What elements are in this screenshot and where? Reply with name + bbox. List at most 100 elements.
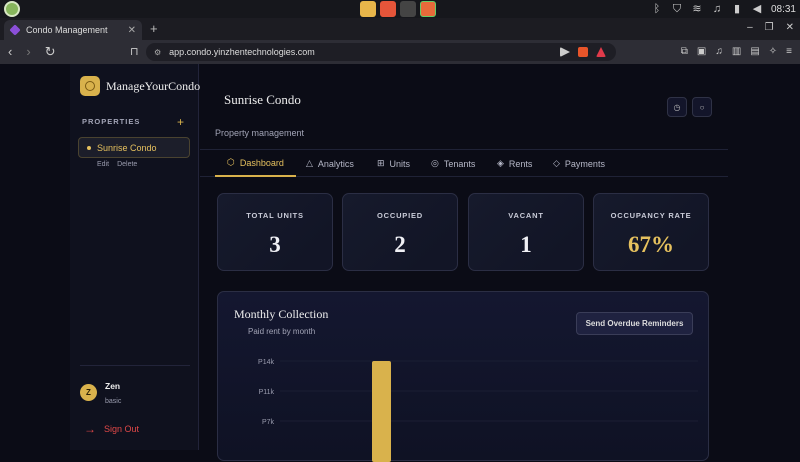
brave-app-icon[interactable] bbox=[420, 1, 436, 17]
tab-rents[interactable]: ◈ Rents bbox=[497, 150, 532, 177]
browser-tab[interactable]: Condo Management ✕ bbox=[4, 20, 142, 40]
clock: 08:31 bbox=[770, 3, 796, 15]
main-content: Sunrise Condo Property management ◷ ○ ⬡ … bbox=[200, 64, 728, 462]
site-info-icon[interactable]: ⚙ bbox=[154, 48, 161, 57]
tab-analytics[interactable]: △ Analytics bbox=[306, 150, 354, 177]
active-dot-icon bbox=[87, 145, 91, 150]
wifi-icon[interactable]: ≋ bbox=[691, 3, 703, 15]
close-window-icon[interactable]: ✕ bbox=[786, 22, 794, 33]
triangle-icon: △ bbox=[306, 158, 313, 168]
url-text: app.condo.yinzhentechnologies.com bbox=[169, 47, 315, 57]
bar[interactable] bbox=[372, 361, 391, 462]
brave-shield-icon[interactable] bbox=[578, 47, 588, 57]
app-viewport: ManageYourCondo PROPERTIES + Sunrise Con… bbox=[0, 64, 800, 462]
tab-label: Tenants bbox=[443, 158, 476, 169]
files-app-icon[interactable] bbox=[360, 1, 376, 17]
stat-label: OCCUPANCY RATE bbox=[610, 211, 692, 220]
forward-icon[interactable]: › bbox=[26, 44, 30, 60]
browser-toolbar: ‹ › ↻ ⊓ ⚙ app.condo.yinzhentechnologies.… bbox=[0, 40, 800, 64]
stat-label: VACANT bbox=[508, 211, 544, 220]
stat-value: 1 bbox=[520, 232, 532, 257]
circle-icon: ○ bbox=[699, 102, 705, 112]
tab-favicon-icon bbox=[9, 24, 21, 36]
os-menu-icon[interactable] bbox=[4, 1, 20, 17]
property-actions: Edit Delete bbox=[97, 161, 137, 168]
leo-ai-icon[interactable]: ✧ bbox=[769, 46, 777, 57]
tab-label: Rents bbox=[508, 158, 533, 169]
tab-label: Units bbox=[389, 158, 411, 169]
add-property-button[interactable]: + bbox=[177, 115, 184, 129]
user-plan: basic bbox=[105, 398, 122, 405]
browser-app-icon[interactable] bbox=[380, 1, 396, 17]
tab-tenants[interactable]: ◎ Tenants bbox=[431, 150, 475, 177]
y-tick-label: P11k bbox=[259, 389, 275, 396]
property-item[interactable]: Sunrise Condo bbox=[78, 137, 190, 158]
property-name: Sunrise Condo bbox=[97, 142, 157, 153]
edit-property-link[interactable]: Edit bbox=[97, 161, 109, 168]
system-tray: ᛒ ⛉ ≋ ♫ ▮ ◀ 08:31 bbox=[651, 0, 796, 18]
tab-nav: ⬡ Dashboard △ Analytics ⊞ Units ◎ Tenant… bbox=[200, 149, 728, 177]
terminal-app-icon[interactable] bbox=[400, 1, 416, 17]
stat-card-occupied: OCCUPIED 2 bbox=[342, 193, 458, 271]
taskbar-apps bbox=[360, 1, 436, 17]
brand-name: ManageYourCondo bbox=[106, 78, 201, 93]
monthly-collection-card: Monthly Collection Paid rent by month Se… bbox=[217, 291, 709, 462]
sidebar: ManageYourCondo PROPERTIES + Sunrise Con… bbox=[70, 64, 200, 450]
user-name: Zen bbox=[105, 381, 121, 391]
tab-dashboard[interactable]: ⬡ Dashboard bbox=[215, 150, 296, 177]
reader-icon[interactable]: ▣ bbox=[697, 46, 706, 57]
wallet-icon[interactable]: ▤ bbox=[750, 46, 759, 57]
window-controls: – ❐ ✕ bbox=[747, 22, 794, 33]
reload-icon[interactable]: ↻ bbox=[45, 44, 56, 60]
sidebar-toggle-icon[interactable]: ▥ bbox=[732, 46, 741, 57]
stat-card-vacant: VACANT 1 bbox=[468, 193, 584, 271]
tab-units[interactable]: ⊞ Units bbox=[377, 150, 410, 177]
send-overdue-reminders-button[interactable]: Send Overdue Reminders bbox=[576, 312, 693, 335]
tab-payments[interactable]: ◇ Payments bbox=[553, 150, 605, 177]
grid-icon: ⊞ bbox=[377, 158, 385, 168]
address-bar[interactable]: ⚙ app.condo.yinzhentechnologies.com bbox=[146, 43, 616, 61]
brand-logo-icon bbox=[80, 76, 100, 96]
stat-label: TOTAL UNITS bbox=[246, 211, 304, 220]
music-icon[interactable]: ♫ bbox=[711, 3, 723, 15]
minimize-icon[interactable]: – bbox=[747, 22, 753, 33]
shield-icon[interactable]: ⛉ bbox=[671, 3, 683, 15]
tab-label: Analytics bbox=[317, 158, 354, 169]
circle-icon: ◎ bbox=[431, 158, 439, 168]
menu-icon[interactable]: ≡ bbox=[786, 46, 792, 57]
sign-out-label: Sign Out bbox=[104, 424, 140, 434]
arrow-right-icon: → bbox=[84, 422, 96, 436]
collection-chart: P14k P11k P7k bbox=[258, 359, 698, 462]
bluetooth-icon[interactable]: ᛒ bbox=[651, 3, 663, 15]
battery-icon[interactable]: ▮ bbox=[731, 3, 743, 15]
clock-button[interactable]: ◷ bbox=[667, 97, 687, 117]
browser-tabbar: Condo Management ✕ + – ❐ ✕ bbox=[0, 18, 800, 40]
avatar: Z bbox=[80, 384, 97, 401]
bookmark-icon[interactable]: ⊓ bbox=[130, 45, 139, 58]
volume-icon[interactable]: ◀ bbox=[751, 3, 763, 15]
maximize-icon[interactable]: ❐ bbox=[765, 22, 774, 33]
diamond-icon: ◈ bbox=[497, 158, 504, 168]
tab-label: Payments bbox=[564, 158, 605, 169]
tab-close-icon[interactable]: ✕ bbox=[128, 25, 136, 36]
delete-property-link[interactable]: Delete bbox=[117, 161, 137, 168]
sign-out-button[interactable]: → Sign Out bbox=[84, 422, 139, 436]
media-icon[interactable]: ♫ bbox=[715, 46, 723, 57]
extensions-icon[interactable]: ⧉ bbox=[681, 46, 688, 57]
brave-rewards-icon[interactable] bbox=[596, 47, 606, 57]
back-icon[interactable]: ‹ bbox=[8, 44, 12, 60]
stat-label: OCCUPIED bbox=[377, 211, 423, 220]
new-tab-button[interactable]: + bbox=[150, 21, 158, 36]
stat-value: 67% bbox=[628, 232, 674, 257]
stat-value: 2 bbox=[394, 232, 406, 257]
tab-label: Dashboard bbox=[239, 157, 284, 168]
chart-subtitle: Paid rent by month bbox=[248, 327, 316, 336]
page-subtitle: Property management bbox=[215, 128, 305, 138]
diamond-outline-icon: ◇ bbox=[553, 158, 560, 168]
properties-heading: PROPERTIES bbox=[82, 117, 141, 126]
os-taskbar: ᛒ ⛉ ≋ ♫ ▮ ◀ 08:31 bbox=[0, 0, 800, 18]
theme-button[interactable]: ○ bbox=[692, 97, 712, 117]
chart-title: Monthly Collection bbox=[234, 307, 329, 321]
brand[interactable]: ManageYourCondo bbox=[80, 76, 200, 96]
share-icon[interactable] bbox=[560, 47, 570, 57]
